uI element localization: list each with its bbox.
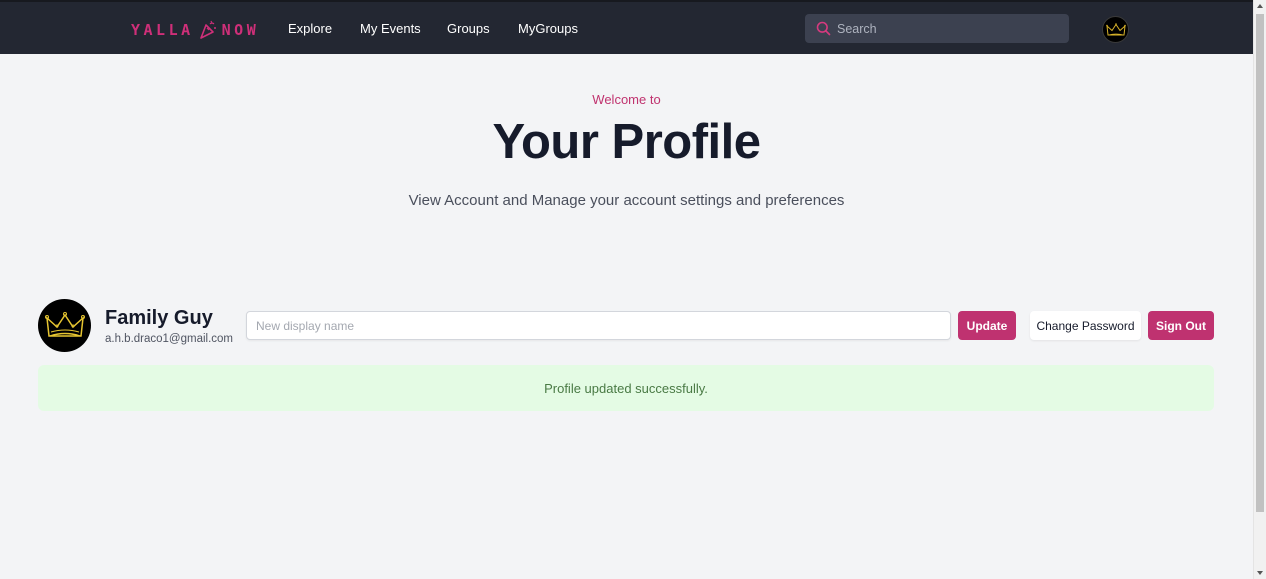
nav-link-my-events[interactable]: My Events xyxy=(360,21,421,36)
nav-link-groups[interactable]: Groups xyxy=(447,21,490,36)
navbar: YALLA NOW Explore My Events Groups MyGro… xyxy=(0,0,1253,54)
nav-link-mygroups[interactable]: MyGroups xyxy=(518,21,578,36)
welcome-text: Welcome to xyxy=(592,92,661,107)
profile-name: Family Guy xyxy=(105,307,213,329)
page-scrollbar[interactable] xyxy=(1253,0,1266,579)
brand-left-text: YALLA xyxy=(131,21,194,39)
page: YALLA NOW Explore My Events Groups MyGro… xyxy=(0,0,1253,579)
search-box[interactable] xyxy=(805,14,1069,43)
search-input[interactable] xyxy=(837,14,1065,43)
success-alert: Profile updated successfully. xyxy=(38,365,1214,411)
profile-avatar xyxy=(38,299,91,352)
scroll-up-arrow-icon[interactable] xyxy=(1257,4,1263,8)
scroll-down-arrow-icon[interactable] xyxy=(1257,571,1263,575)
update-button[interactable]: Update xyxy=(958,311,1016,340)
user-menu-avatar[interactable] xyxy=(1102,16,1129,43)
alert-message: Profile updated successfully. xyxy=(544,380,708,396)
crown-icon xyxy=(44,311,85,337)
display-name-input[interactable] xyxy=(246,311,951,340)
brand-right-text: NOW xyxy=(221,21,260,39)
page-subtitle: View Account and Manage your account set… xyxy=(408,192,845,209)
nav-link-explore[interactable]: Explore xyxy=(288,21,332,36)
search-icon xyxy=(816,21,831,36)
crown-icon xyxy=(1105,22,1126,35)
sign-out-button[interactable]: Sign Out xyxy=(1148,311,1214,340)
brand-logo[interactable]: YALLA NOW xyxy=(131,19,259,41)
page-title: Your Profile xyxy=(492,115,761,169)
scroll-thumb[interactable] xyxy=(1256,14,1264,512)
party-popper-icon xyxy=(199,20,216,39)
profile-email: a.h.b.draco1@gmail.com xyxy=(105,333,234,345)
change-password-button[interactable]: Change Password xyxy=(1030,311,1141,340)
